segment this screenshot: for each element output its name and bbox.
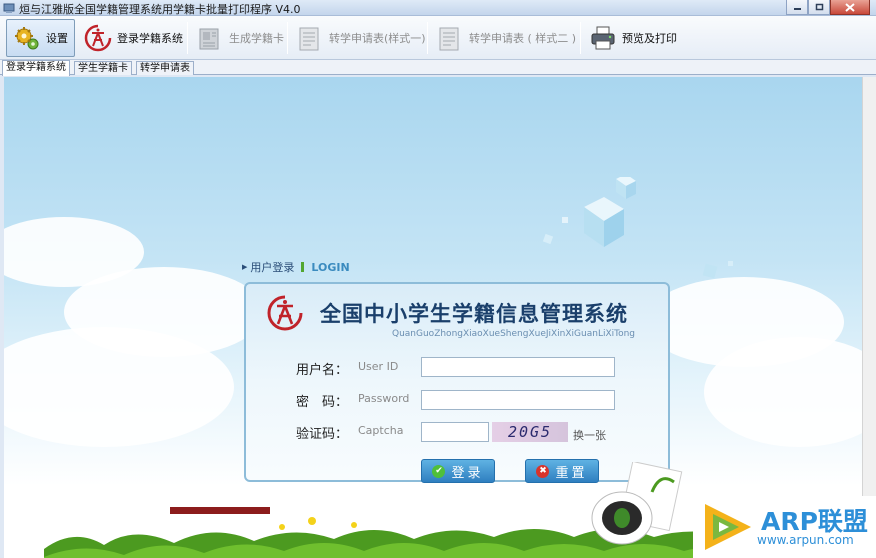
tab-transfer-form[interactable]: 转学申请表 [136,61,194,75]
login-button-label: 登录 [451,465,484,481]
system-title: 全国中小学生学籍信息管理系统 [320,302,628,326]
login-header: ▶ 用户登录 LOGIN [242,259,350,275]
check-icon: ✔ [432,464,446,478]
login-system-button[interactable]: 登录学籍系统 [78,19,189,57]
login-button[interactable]: ✔ 登录 [421,459,495,483]
coffee-cup-decoration [591,462,683,545]
password-input[interactable] [421,390,615,410]
tab-strip: 登录学籍系统 学生学籍卡 转学申请表 [0,60,876,76]
form-icon [439,27,459,51]
maximize-button[interactable] [808,0,830,15]
username-hint: User ID [358,360,399,373]
username-input[interactable] [421,357,615,377]
transfer-form-1-button[interactable]: 转学申请表(样式一) [290,19,432,57]
login-header-en: LOGIN [311,260,350,274]
login-header-cn: 用户登录 [250,261,295,274]
watermark-url: www.arpun.com [757,533,854,547]
transfer-form-1-label: 转学申请表(样式一) [329,32,426,45]
form-icon [299,27,319,51]
vertical-scrollbar[interactable] [862,77,876,558]
password-label: 密 码： [296,395,349,410]
decorative-cubes [542,177,636,247]
settings-button[interactable]: 设置 [6,19,75,57]
close-icon: ✖ [536,464,550,478]
captcha-hint: Captcha [358,424,404,437]
tab-login-system[interactable]: 登录学籍系统 [2,60,70,76]
captcha-label: 验证码： [296,427,349,442]
app-icon [3,3,15,13]
refresh-captcha-link[interactable]: 换一张 [573,427,606,443]
system-logo-icon [84,24,112,52]
arrow-right-icon: ▶ [242,263,248,271]
minimize-icon [793,8,801,10]
printer-icon [591,26,615,50]
title-bar: 烜与江雅版全国学籍管理系统用学籍卡批量打印程序 V4.0 [0,0,876,16]
generate-card-button[interactable]: 生成学籍卡 [190,19,290,57]
tab-student-card[interactable]: 学生学籍卡 [74,61,132,75]
preview-print-label: 预览及打印 [622,32,677,45]
window-controls [786,0,870,15]
captcha-input[interactable] [421,422,489,442]
toolbar-separator [427,22,428,54]
generate-card-label: 生成学籍卡 [229,32,284,45]
login-panel: 全国中小学生学籍信息管理系统 QuanGuoZhongXiaoXueShengX… [244,282,670,483]
toolbar-separator [187,22,188,54]
minimize-button[interactable] [786,0,808,15]
username-label: 用户名： [296,363,349,378]
toolbar: 设置 登录学籍系统 生成学籍卡 转学申请表(样式一) 转学申请表 (样式二)… [0,16,876,60]
transfer-form-2-label: 转学申请表 ( 样式二 ) [469,32,577,45]
toolbar-separator [287,22,288,54]
play-logo-icon [705,504,751,550]
divider-bar [301,262,305,272]
toolbar-separator [580,22,581,54]
captcha-image[interactable]: 20G5 [492,422,568,442]
maximize-icon [815,3,823,11]
watermark: ARP联盟 www.arpun.com [693,496,876,558]
window-title: 烜与江雅版全国学籍管理系统用学籍卡批量打印程序 V4.0 [19,3,301,16]
close-button[interactable] [830,0,870,15]
decorative-cube-small [702,261,733,279]
system-pinyin: QuanGuoZhongXiaoXueShengXueJiXinXiGuanLi… [392,329,636,339]
card-icon [199,28,219,50]
gear-icon [15,27,39,50]
login-page: ▶ 用户登录 LOGIN 全国中小学生学籍信息管理系统 QuanGuoZhong… [4,77,862,558]
settings-label: 设置 [46,32,68,45]
password-hint: Password [358,392,410,405]
login-system-label: 登录学籍系统 [117,32,183,45]
close-icon [845,2,855,12]
preview-print-button[interactable]: 预览及打印 [583,19,683,57]
system-logo-icon [267,295,303,331]
transfer-form-2-button[interactable]: 转学申请表 ( 样式二 ) [430,19,582,57]
